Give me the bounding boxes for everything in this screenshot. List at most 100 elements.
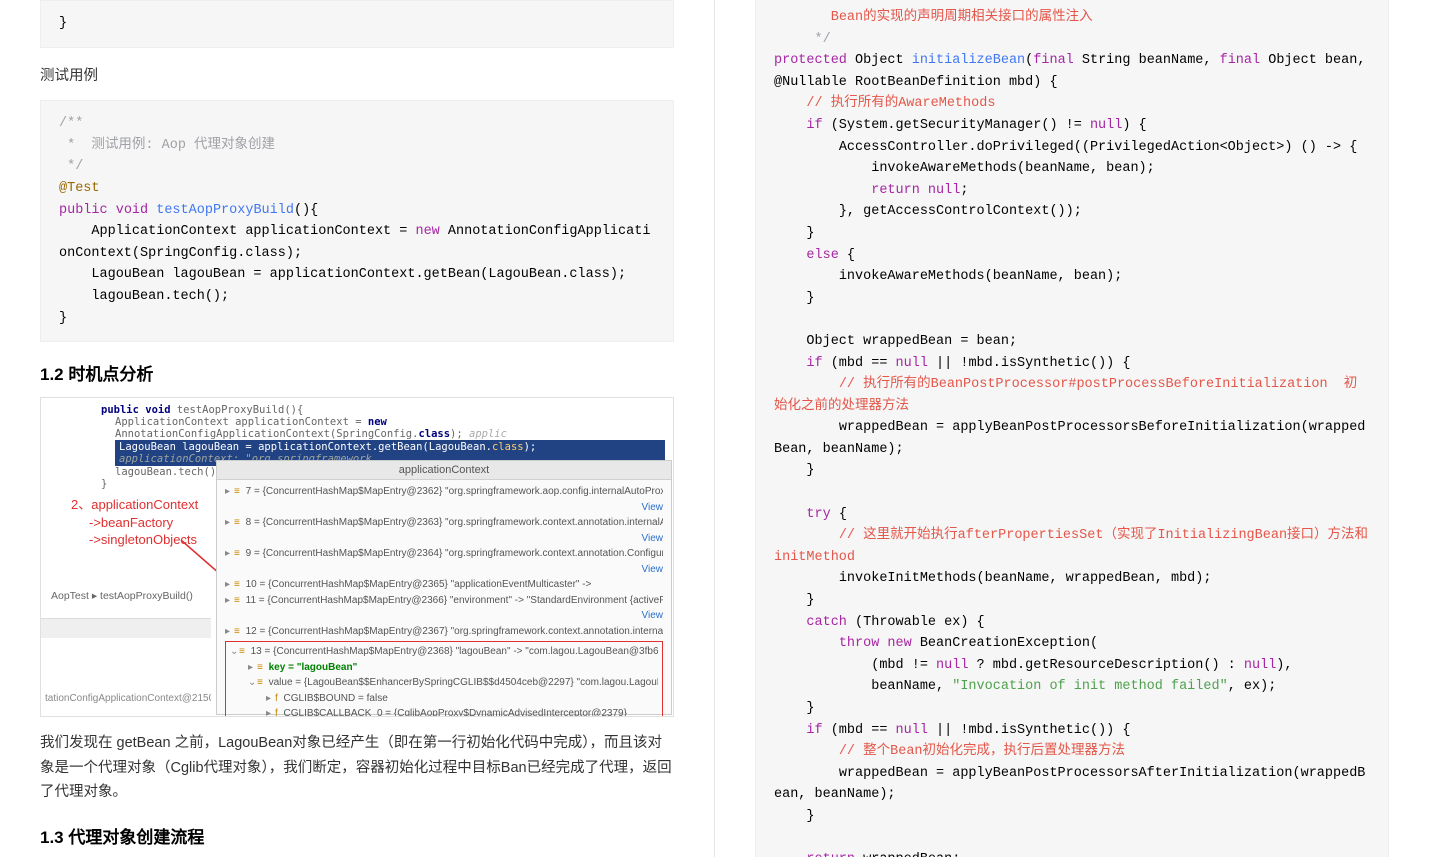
r2i: { [1041, 75, 1057, 90]
tree-entry: ▸≡ 8 = {ConcurrentHashMap$MapEntry@2363}… [225, 515, 663, 546]
ide-bottom-text: tationConfigApplicationContext@2150} "or… [41, 693, 211, 704]
r2c: initializeBean [912, 53, 1025, 68]
tree-entry: ▸≡ 10 = {ConcurrentHashMap$MapEntry@2365… [225, 577, 663, 593]
right-code-block: Bean的实现的声明周期相关接口的属性注入 */ protected Objec… [755, 0, 1389, 857]
r14c: null [896, 356, 928, 371]
r21: } [774, 593, 815, 608]
r23c: BeanCreationException( [912, 636, 1098, 651]
code-block-top: } [40, 0, 674, 48]
r2a: protected [774, 53, 847, 68]
k1: public void [101, 404, 177, 416]
ide-breadcrumb: AopTest ▸ testAopProxyBuild() [51, 590, 193, 602]
debug-tree: ▸≡ 7 = {ConcurrentHashMap$MapEntry@2362}… [217, 480, 671, 717]
r31a: return [774, 852, 855, 857]
hla: LagouBean lagouBean = applicationContext… [119, 441, 492, 453]
c8: LagouBean lagouBean = applicationContext… [59, 267, 626, 282]
right-column: Bean的实现的声明周期相关接口的属性注入 */ protected Objec… [715, 0, 1429, 857]
r24c: ? mbd.getResourceDescription() : [968, 658, 1243, 673]
tree-entry: ▸≡ 12 = {ConcurrentHashMap$MapEntry@2367… [225, 624, 663, 640]
r18a: try [774, 507, 831, 522]
r2e: final [1033, 53, 1074, 68]
r27c: null [896, 723, 928, 738]
r31b: wrappedBean; [855, 852, 960, 857]
highlighted-tree-box: ⌄≡ 13 = {ConcurrentHashMap$MapEntry@2368… [225, 641, 663, 717]
r30: } [774, 809, 815, 824]
test-heading: 测试用例 [40, 64, 674, 89]
heading-1-3: 1.3 代理对象创建流程 [40, 823, 674, 848]
r17: } [774, 463, 815, 478]
r24e: ), [1276, 658, 1292, 673]
r16: wrappedBean = applyBeanPostProcessorsBef… [774, 420, 1365, 457]
left-column: } 测试用例 /** * 测试用例: Aop 代理对象创建 */ @Test p… [0, 0, 715, 857]
k2e: ); [450, 428, 469, 440]
c2: * 测试用例: Aop 代理对象创建 [59, 138, 275, 153]
k2a: ApplicationContext applicationContext = [115, 416, 368, 428]
debug-panel: applicationContext ▸≡ 7 = {ConcurrentHas… [216, 460, 672, 715]
c3: */ [59, 159, 83, 174]
r10a: else [774, 248, 839, 263]
r15: // 执行所有的BeanPostProcessor#postProcessBef… [774, 377, 1357, 414]
r25b: "Invocation of init method failed" [952, 679, 1227, 694]
r14b: (mbd == [823, 356, 896, 371]
hlb: class [492, 441, 524, 453]
r13: Object wrappedBean = bean; [774, 334, 1017, 349]
r4b: (System.getSecurityManager() != [823, 118, 1090, 133]
r12: } [774, 291, 815, 306]
r11: invokeAwareMethods(beanName, bean); [774, 269, 1122, 284]
r25c: , ex); [1228, 679, 1277, 694]
debug-panel-title: applicationContext [217, 461, 671, 480]
r27d: || !mbd.isSynthetic()) { [928, 723, 1131, 738]
c5c: testAopProxyBuild [156, 203, 294, 218]
k2d: class [418, 428, 450, 440]
r26: } [774, 701, 815, 716]
test-code-block: /** * 测试用例: Aop 代理对象创建 */ @Test public v… [40, 100, 674, 342]
k2c: AnnotationConfigApplicationContext(Sprin… [115, 428, 418, 440]
r4c: null [1090, 118, 1122, 133]
bv: value = {LagouBean$$EnhancerBySpringCGLI… [269, 677, 658, 688]
bh: 13 = {ConcurrentHashMap$MapEntry@2368} "… [251, 646, 658, 657]
k2f: applic [469, 428, 507, 440]
c10: } [59, 311, 67, 326]
c4: @Test [59, 181, 100, 196]
r23b: new [879, 636, 911, 651]
r28: // 整个Bean初始化完成，执行后置处理器方法 [774, 744, 1125, 759]
r22b: (Throwable ex) { [847, 615, 985, 630]
r3: // 执行所有的AwareMethods [774, 96, 995, 111]
c5d: (){ [294, 203, 318, 218]
r7b: null [920, 183, 961, 198]
brace: } [59, 16, 67, 31]
k1b: testAopProxyBuild(){ [177, 404, 303, 416]
r19: // 这里就开始执行afterPropertiesSet（实现了Initiali… [774, 528, 1368, 565]
r7c: ; [960, 183, 968, 198]
r10b: { [839, 248, 855, 263]
tree-box-row: ▸f CGLIB$BOUND = false [230, 691, 658, 707]
r2g: final [1220, 53, 1261, 68]
r0: Bean的实现的声明周期相关接口的属性注入 [774, 10, 1093, 25]
r2f: String beanName, [1074, 53, 1220, 68]
c6a: ApplicationContext applicationContext = [59, 224, 415, 239]
r20: invokeInitMethods(beanName, wrappedBean,… [774, 571, 1211, 586]
r8: }, getAccessControlContext()); [774, 204, 1082, 219]
r25a: beanName, [774, 679, 952, 694]
r23a: throw [774, 636, 879, 651]
r2b: ->beanFactory [71, 515, 173, 530]
c1: /** [59, 116, 83, 131]
r5a: AccessController.doPrivileged((Privilege… [774, 140, 1357, 155]
r24a: (mbd != [774, 658, 936, 673]
k2b: new [368, 416, 387, 428]
r18b: { [831, 507, 847, 522]
bk: key = "lagouBean" [269, 662, 358, 673]
c5a: public [59, 203, 108, 218]
tree-box-row: ▸f CGLIB$CALLBACK_0 = {CglibAopProxy$Dyn… [230, 706, 658, 717]
r4a: if [774, 118, 823, 133]
r24b: null [936, 658, 968, 673]
r9: } [774, 226, 815, 241]
c9: lagouBean.tech(); [59, 289, 229, 304]
r27b: (mbd == [823, 723, 896, 738]
ide-screenshot: 1、在getBean处断点 public void testAopProxyBu… [40, 397, 674, 717]
r2b: Object [847, 53, 912, 68]
hlc: ); [524, 441, 537, 453]
c6b: new [415, 224, 439, 239]
c5b: void [116, 203, 148, 218]
r6: invokeAwareMethods(beanName, bean); [774, 161, 1155, 176]
